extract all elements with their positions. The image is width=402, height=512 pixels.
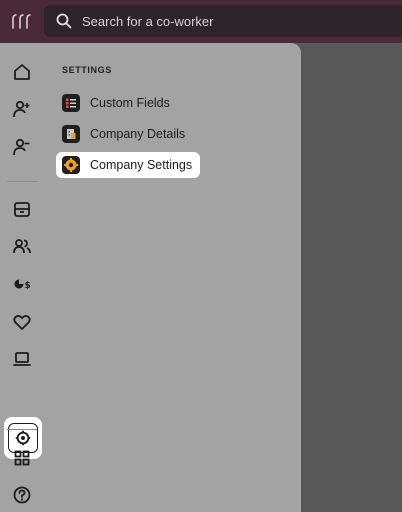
payroll-icon[interactable]: $	[9, 271, 35, 297]
svg-text:$: $	[25, 281, 31, 291]
user-plus-icon[interactable]	[9, 96, 35, 122]
heart-icon[interactable]	[9, 309, 35, 335]
settings-item-company-settings[interactable]: Company Settings	[56, 152, 201, 178]
rail-divider	[7, 181, 37, 182]
settings-item-label: Company Settings	[90, 158, 193, 172]
users-icon[interactable]	[9, 233, 35, 259]
apps-grid-icon[interactable]	[9, 445, 35, 471]
settings-item-label: Custom Fields	[90, 96, 170, 110]
home-icon[interactable]	[9, 59, 35, 85]
settings-item-company-details[interactable]: Company Details	[56, 121, 193, 147]
rail-divider	[7, 429, 37, 430]
search-icon	[56, 13, 72, 29]
settings-panel: SETTINGS Custom Fields Company Details C…	[44, 43, 301, 512]
company-settings-icon	[62, 156, 80, 174]
settings-item-label: Company Details	[90, 127, 186, 141]
section-title: SETTINGS	[62, 65, 112, 75]
top-bar: Search for a co-worker	[0, 0, 402, 43]
user-minus-icon[interactable]	[9, 134, 35, 160]
inbox-icon[interactable]	[9, 196, 35, 222]
company-details-icon	[62, 125, 80, 143]
custom-fields-icon	[62, 94, 80, 112]
search-bar[interactable]: Search for a co-worker	[44, 5, 402, 37]
left-rail: $	[0, 43, 44, 512]
help-icon[interactable]	[9, 482, 35, 508]
laptop-icon[interactable]	[9, 346, 35, 372]
content-overlay[interactable]	[301, 43, 402, 512]
search-input[interactable]: Search for a co-worker	[82, 14, 214, 29]
settings-item-custom-fields[interactable]: Custom Fields	[56, 90, 178, 116]
app-logo-icon[interactable]	[10, 10, 34, 32]
